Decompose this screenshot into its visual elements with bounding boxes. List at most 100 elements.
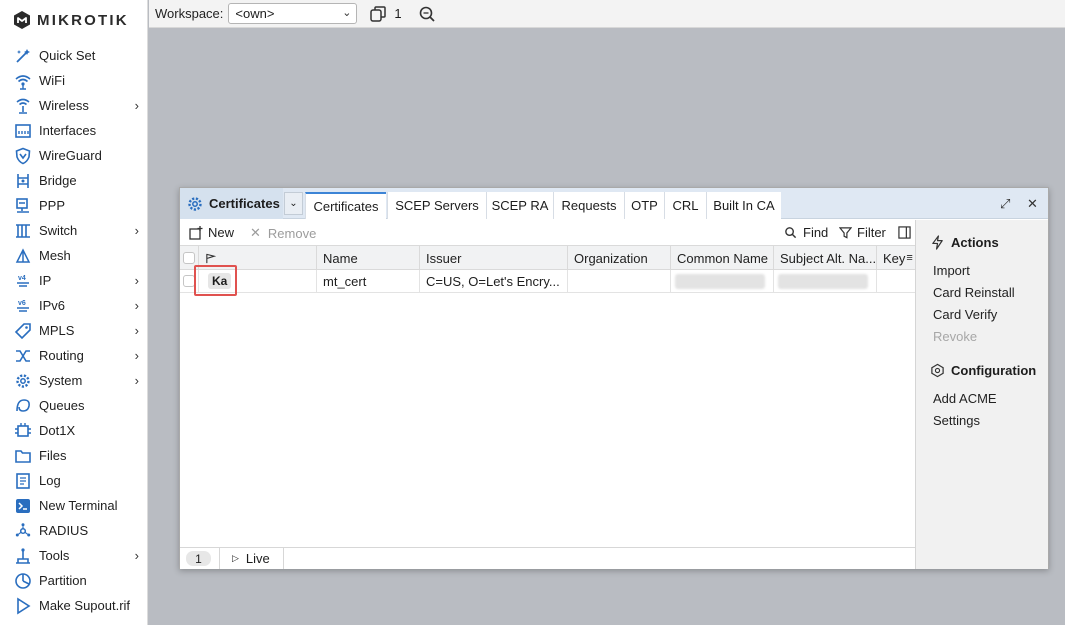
remove-button[interactable]: ✕ Remove <box>250 225 316 241</box>
dot1x-icon <box>13 421 33 441</box>
sidebar-item-routing[interactable]: Routing › <box>0 343 148 368</box>
tab-otp[interactable]: OTP <box>624 192 664 219</box>
select-all-checkbox[interactable] <box>183 252 195 264</box>
sidebar-item-bridge[interactable]: Bridge <box>0 168 148 193</box>
actions-panel: Actions Import Card Reinstall Card Verif… <box>915 220 1048 569</box>
common-name-cell <box>671 270 774 292</box>
sidebar-item-wifi[interactable]: WiFi <box>0 68 148 93</box>
window-menu-dropdown[interactable]: ⌄ <box>284 192 303 215</box>
tab-requests[interactable]: Requests <box>553 192 624 219</box>
filter-button[interactable]: Filter <box>839 225 886 240</box>
logo-text: MIKROTIK <box>37 11 129 29</box>
wand-icon <box>13 46 33 66</box>
ppp-icon <box>13 196 33 216</box>
sidebar-item-label: PPP <box>39 198 66 213</box>
sidebar-item-queues[interactable]: Queues <box>0 393 148 418</box>
close-icon[interactable]: ✕ <box>1027 196 1038 212</box>
mpls-icon <box>13 321 33 341</box>
column-header-issuer[interactable]: Issuer <box>420 246 568 270</box>
add-icon <box>189 225 203 240</box>
sidebar-item-ppp[interactable]: PPP <box>0 193 148 218</box>
config-settings[interactable]: Settings <box>933 413 980 428</box>
column-header-label: Key <box>883 250 906 266</box>
filter-button-label: Filter <box>857 225 886 240</box>
sidebar-item-ipv6[interactable]: v6 IPv6 › <box>0 293 148 318</box>
sidebar-item-radius[interactable]: RADIUS <box>0 518 148 543</box>
action-card-verify[interactable]: Card Verify <box>933 307 997 322</box>
sidebar-item-label: New Terminal <box>39 498 118 513</box>
zoom-icon[interactable] <box>418 5 436 23</box>
mikrotik-logo: MIKROTIK <box>12 9 129 31</box>
new-button[interactable]: New <box>189 225 234 240</box>
flags-highlight-box <box>194 265 237 296</box>
tab-crl[interactable]: CRL <box>664 192 706 219</box>
sidebar-item-make-supout[interactable]: Make Supout.rif <box>0 593 148 618</box>
table-row[interactable]: Ka mt_cert C=US, O=Let's Encry... <box>180 270 915 293</box>
panel-toggle-icon[interactable] <box>898 226 911 239</box>
sidebar-item-new-terminal[interactable]: New Terminal <box>0 493 148 518</box>
window-title-text: Certificates <box>209 196 280 211</box>
column-header-organization[interactable]: Organization <box>568 246 671 270</box>
actions-title: Actions <box>951 235 999 250</box>
sidebar-item-interfaces[interactable]: Interfaces <box>0 118 148 143</box>
maximize-icon[interactable]: ⤢ <box>1000 196 1010 212</box>
tab-built-in-ca[interactable]: Built In CA <box>706 192 781 219</box>
sidebar-item-log[interactable]: Log <box>0 468 148 493</box>
sidebar-item-partition[interactable]: Partition <box>0 568 148 593</box>
redacted-block <box>778 274 868 289</box>
sidebar-item-label: Log <box>39 473 61 488</box>
window-count: 1 <box>394 6 402 21</box>
radius-icon <box>13 521 33 541</box>
switch-icon <box>13 221 33 241</box>
action-import[interactable]: Import <box>933 263 970 278</box>
column-header-label: Subject Alt. Na... <box>780 250 877 266</box>
remove-icon: ✕ <box>250 225 261 240</box>
tab-scep-servers[interactable]: SCEP Servers <box>387 192 486 219</box>
sidebar-item-switch[interactable]: Switch › <box>0 218 148 243</box>
sidebar-item-files[interactable]: Files <box>0 443 148 468</box>
column-header-name[interactable]: Name <box>317 246 420 270</box>
config-add-acme[interactable]: Add ACME <box>933 391 997 406</box>
sidebar-item-label: Bridge <box>39 173 77 188</box>
bridge-icon <box>13 171 33 191</box>
chevron-down-icon: ⌄ <box>289 198 298 209</box>
sidebar-item-system[interactable]: System › <box>0 368 148 393</box>
column-menu-icon[interactable]: ≡ <box>906 252 912 264</box>
column-header-common-name[interactable]: Common Name <box>671 246 774 270</box>
queues-icon <box>13 396 33 416</box>
sidebar-item-label: Queues <box>39 398 85 413</box>
sidebar-item-mpls[interactable]: MPLS › <box>0 318 148 343</box>
sidebar-item-label: Files <box>39 448 67 463</box>
workspace-select[interactable]: <own> ⌄ <box>228 3 358 24</box>
item-count-badge: 1 <box>186 551 211 566</box>
sidebar-item-label: Routing <box>39 348 84 363</box>
sidebar-item-dot1x[interactable]: Dot1X <box>0 418 148 443</box>
column-header-key[interactable]: Key ≡ <box>877 246 915 270</box>
routing-icon <box>13 346 33 366</box>
sidebar-item-wireless[interactable]: Wireless › <box>0 93 148 118</box>
remove-button-label: Remove <box>267 225 317 241</box>
find-button[interactable]: Find <box>784 225 828 240</box>
live-button[interactable]: ▷ Live <box>219 548 284 569</box>
log-icon <box>13 471 33 491</box>
new-button-label: New <box>208 225 235 240</box>
sidebar-item-label: Tools <box>39 548 70 563</box>
tab-certificates[interactable]: Certificates <box>305 192 386 219</box>
column-header-subject-alt-name[interactable]: Subject Alt. Na... <box>774 246 877 270</box>
sidebar-item-wireguard[interactable]: WireGuard <box>0 143 148 168</box>
certificates-table: Name Issuer Organization Common Name Sub… <box>180 245 915 547</box>
sidebar-item-quick-set[interactable]: Quick Set <box>0 43 148 68</box>
sidebar-item-tools[interactable]: Tools › <box>0 543 148 568</box>
terminal-icon <box>13 496 33 516</box>
action-card-reinstall[interactable]: Card Reinstall <box>933 285 1015 300</box>
tab-scep-ra[interactable]: SCEP RA <box>486 192 553 219</box>
tab-label: Built In CA <box>713 198 775 213</box>
sidebar-item-mesh[interactable]: Mesh <box>0 243 148 268</box>
chevron-right-icon: › <box>134 373 139 388</box>
gear-icon <box>188 196 202 211</box>
sidebar-item-ip[interactable]: v4 IP › <box>0 268 148 293</box>
redacted-block <box>675 274 765 289</box>
sidebar-item-label: Interfaces <box>39 123 97 138</box>
windows-icon[interactable] <box>369 5 387 23</box>
action-revoke[interactable]: Revoke <box>933 329 977 344</box>
